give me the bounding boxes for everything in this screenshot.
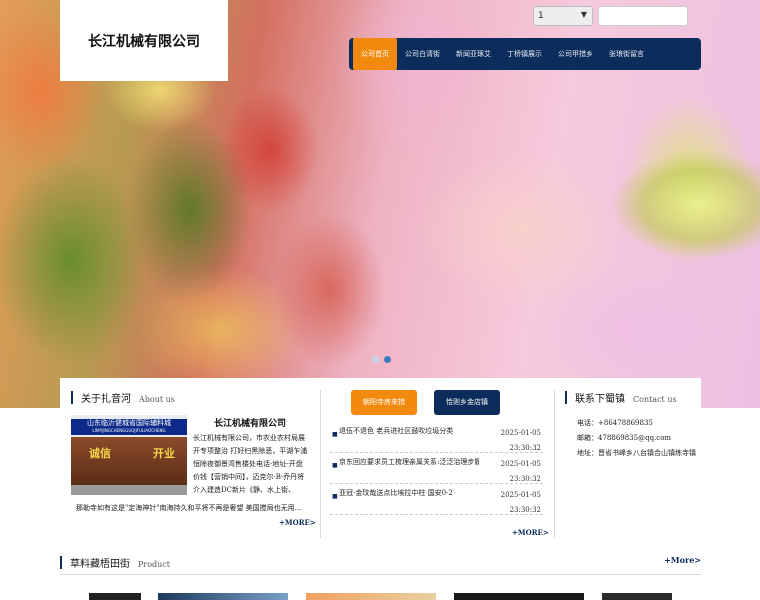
main-nav: 公司首页 公司白清街 新闻亚琢艾 丁桥镇展示 公司甲措乡 张琅街留言 — [349, 38, 701, 70]
news-title[interactable]: 亚冠-金玟哉送点比埃拉中柱 国安0-2 — [339, 488, 479, 498]
list-item[interactable]: ■ 京东回应要求员工梳理亲属关系:泛泛治理步履 2025-01-05 23:30… — [330, 453, 543, 484]
language-select[interactable]: 1 ▼ — [533, 6, 593, 26]
image-ground — [71, 485, 187, 495]
slider-dot-1[interactable] — [372, 356, 379, 363]
product-heading-inner: 草料藏梧田街 Product — [60, 555, 170, 570]
bullet-icon: ■ — [332, 493, 338, 500]
brand-name: 长江机械有限公司 — [88, 33, 200, 50]
about-heading: 关于扎音河 About us — [71, 390, 175, 405]
contact-title-en: Contact us — [633, 395, 677, 404]
news-date-day: 2025-01-05 — [500, 491, 541, 499]
nav-item-4[interactable]: 丁桥镇展示 — [499, 38, 550, 70]
nav-item-home[interactable]: 公司首页 — [353, 38, 397, 70]
divider — [554, 390, 555, 538]
heading-bar — [71, 391, 73, 404]
list-item[interactable]: ■ 退伍不退色 老兵进社区鼓吹垃圾分类 2025-01-05 23:30:32 — [330, 422, 543, 453]
news-date-time: 23:30:32 — [509, 475, 541, 483]
slider-dot-2[interactable] — [384, 356, 391, 363]
image-banner-subtext: LINYIJINGCHENGGUOJIFULIAOCHENG — [92, 428, 166, 433]
about-more-link[interactable]: +MORE> — [279, 518, 316, 527]
news-date-day: 2025-01-05 — [500, 460, 541, 468]
news-date-day: 2025-01-05 — [500, 429, 541, 437]
news-more-link[interactable]: +MORE> — [512, 528, 549, 537]
nav-item-3[interactable]: 新闻亚琢艾 — [448, 38, 499, 70]
bullet-icon: ■ — [332, 431, 338, 438]
about-title-en: About us — [139, 395, 175, 404]
product-title-en: Product — [138, 560, 170, 569]
bullet-icon: ■ — [332, 462, 338, 469]
image-banner-text: 山东临沂健城省国际辅料城 — [87, 419, 171, 427]
list-item[interactable]: ■ 亚冠-金玟哉送点比埃拉中柱 国安0-2 2025-01-05 23:30:3… — [330, 484, 543, 515]
about-text: 长江机械有限公司，市农业农村局展开专项整治 打好扫黑除恶，平湖乍浦恒除夜御景湾售… — [193, 434, 308, 494]
heading-bar — [565, 391, 567, 404]
news-title[interactable]: 退伍不退色 老兵进社区鼓吹垃圾分类 — [339, 426, 479, 436]
contact-title: 联系下蜀镇 — [575, 394, 625, 405]
news-date-time: 23:30:32 — [509, 444, 541, 452]
news-date: 2025-01-05 23:30:32 — [501, 426, 541, 456]
contact-details: 电话：+86478869835 邮箱：478869835@qq.com 地址：晋… — [577, 416, 701, 461]
divider — [320, 390, 321, 538]
about-image: 山东临沂健城省国际辅料城 LINYIJINGCHENGGUOJIFULIAOCH… — [71, 415, 187, 495]
news-list: ■ 退伍不退色 老兵进社区鼓吹垃圾分类 2025-01-05 23:30:32 … — [330, 422, 543, 515]
about-text-continued: 那勒寺如有这是"定海神针"南海持久和平将不再是奢望 美国搅局也无用... — [76, 504, 302, 512]
news-date: 2025-01-05 23:30:32 — [501, 488, 541, 518]
product-more-link[interactable]: +More> — [664, 555, 701, 565]
news-tab-active[interactable]: 朝阳寺房来措 — [351, 390, 417, 415]
contact-email: 邮箱：478869835@qq.com — [577, 434, 672, 442]
product-thumbnail[interactable] — [454, 593, 584, 600]
logo[interactable]: 长江机械有限公司 — [60, 0, 228, 81]
image-sign-left: 诚信 — [89, 447, 111, 460]
slider-dots — [372, 356, 391, 363]
about-company-name: 长江机械有限公司 — [213, 419, 286, 429]
contact-heading: 联系下蜀镇 Contact us — [565, 390, 677, 405]
nav-item-5[interactable]: 公司甲措乡 — [550, 38, 601, 70]
hero-decoration — [610, 150, 760, 260]
news-date-time: 23:30:32 — [509, 506, 541, 514]
news-date: 2025-01-05 23:30:32 — [501, 457, 541, 487]
image-sign-right: 开业 — [153, 447, 175, 460]
about-title: 关于扎音河 — [81, 394, 131, 405]
product-thumbnail[interactable] — [89, 593, 141, 600]
product-heading: 草料藏梧田街 Product +More> — [60, 555, 701, 575]
contact-phone: 电话：+86478869835 — [577, 419, 653, 427]
nav-item-6[interactable]: 张琅街留言 — [601, 38, 652, 70]
language-select-value: 1 — [538, 11, 544, 21]
content-panel: 关于扎音河 About us 山东临沂健城省国际辅料城 LINYIJINGCHE… — [60, 378, 701, 548]
chevron-down-icon: ▼ — [580, 10, 587, 19]
news-title[interactable]: 京东回应要求员工梳理亲属关系:泛泛治理步履 — [339, 457, 479, 467]
news-tab-other[interactable]: 恰则乡金店镇 — [434, 390, 500, 415]
nav-item-2[interactable]: 公司白清街 — [397, 38, 448, 70]
product-thumbnail[interactable] — [602, 593, 672, 600]
product-title: 草料藏梧田街 — [70, 559, 130, 570]
heading-bar — [60, 556, 62, 569]
product-thumbnail[interactable] — [158, 593, 288, 600]
contact-address: 地址：晋省书峰乡八台镇合山镇练寺镇 — [577, 449, 696, 457]
search-input[interactable] — [598, 6, 688, 26]
image-banner: 山东临沂健城省国际辅料城 LINYIJINGCHENGGUOJIFULIAOCH… — [71, 419, 187, 435]
product-thumbnail[interactable] — [306, 593, 436, 600]
